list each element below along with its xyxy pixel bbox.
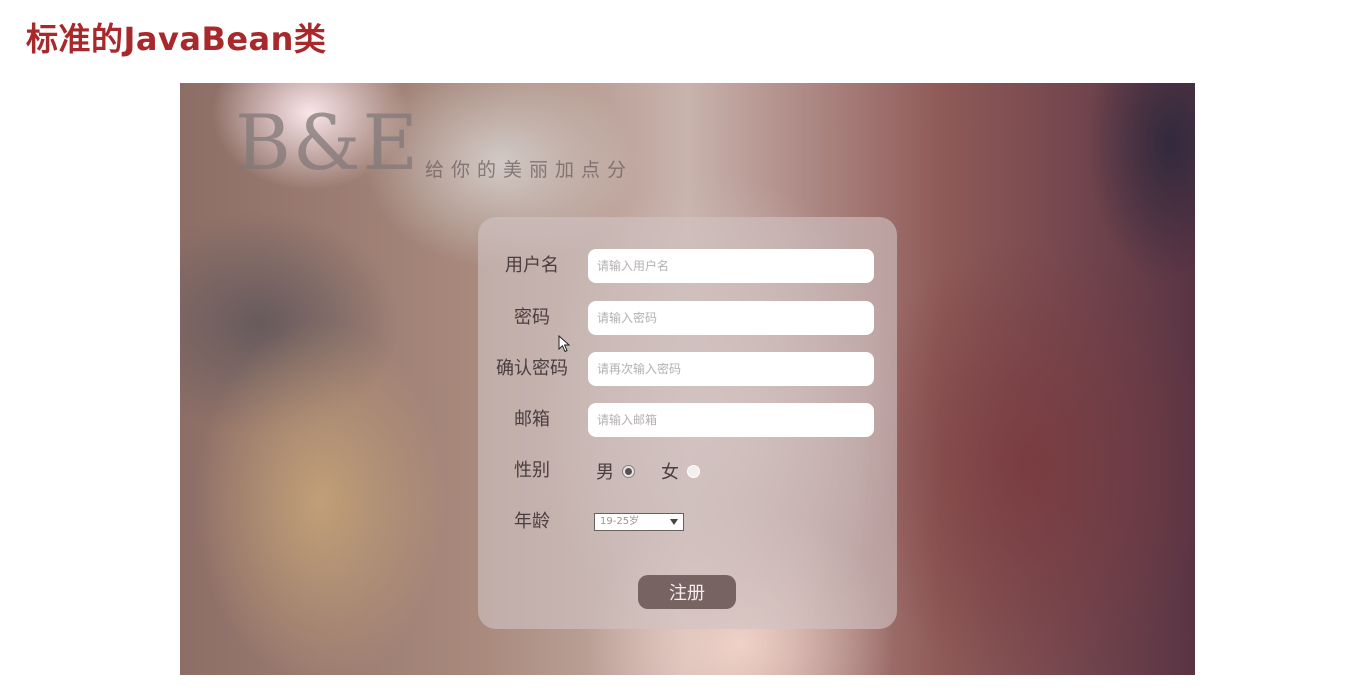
email-row: 邮箱: [478, 403, 897, 437]
age-select-value: 19-25岁: [600, 516, 640, 527]
gender-row: 性别 男 女: [478, 454, 897, 488]
register-form: 用户名 密码 确认密码 邮箱 性别 男 女: [478, 217, 897, 629]
confirm-password-label: 确认密码: [496, 358, 568, 379]
email-label: 邮箱: [514, 409, 550, 430]
age-select[interactable]: 19-25岁: [594, 513, 684, 531]
confirm-password-input[interactable]: [588, 352, 874, 386]
dropdown-arrow-icon: [670, 519, 678, 525]
password-input[interactable]: [588, 301, 874, 335]
age-label: 年龄: [514, 511, 550, 532]
confirm-password-row: 确认密码: [478, 352, 897, 386]
username-input[interactable]: [588, 249, 874, 283]
password-row: 密码: [478, 301, 897, 335]
username-label: 用户名: [505, 255, 559, 276]
slide-title: 标准的JavaBean类: [26, 20, 327, 58]
gender-male-label: 男: [596, 462, 614, 483]
password-label: 密码: [514, 307, 550, 328]
mouse-pointer-icon: [558, 335, 571, 353]
radio-checked-icon[interactable]: [622, 464, 635, 478]
brand-logo: B&E: [235, 98, 420, 187]
brand-slogan: 给你的美丽加点分: [425, 159, 634, 181]
gender-option-male[interactable]: 男: [596, 458, 635, 484]
gender-radio-group: 男 女: [596, 454, 726, 488]
username-row: 用户名: [478, 249, 897, 283]
radio-unchecked-icon[interactable]: [687, 464, 700, 478]
gender-label: 性别: [514, 460, 550, 481]
age-row: 年龄 19-25岁: [478, 505, 897, 539]
gender-option-female[interactable]: 女: [661, 458, 700, 484]
email-input[interactable]: [588, 403, 874, 437]
register-button[interactable]: 注册: [638, 575, 736, 609]
webpage-screenshot: B&E 给你的美丽加点分 用户名 密码 确认密码 邮箱 性别 男: [180, 83, 1195, 675]
gender-female-label: 女: [661, 462, 679, 483]
